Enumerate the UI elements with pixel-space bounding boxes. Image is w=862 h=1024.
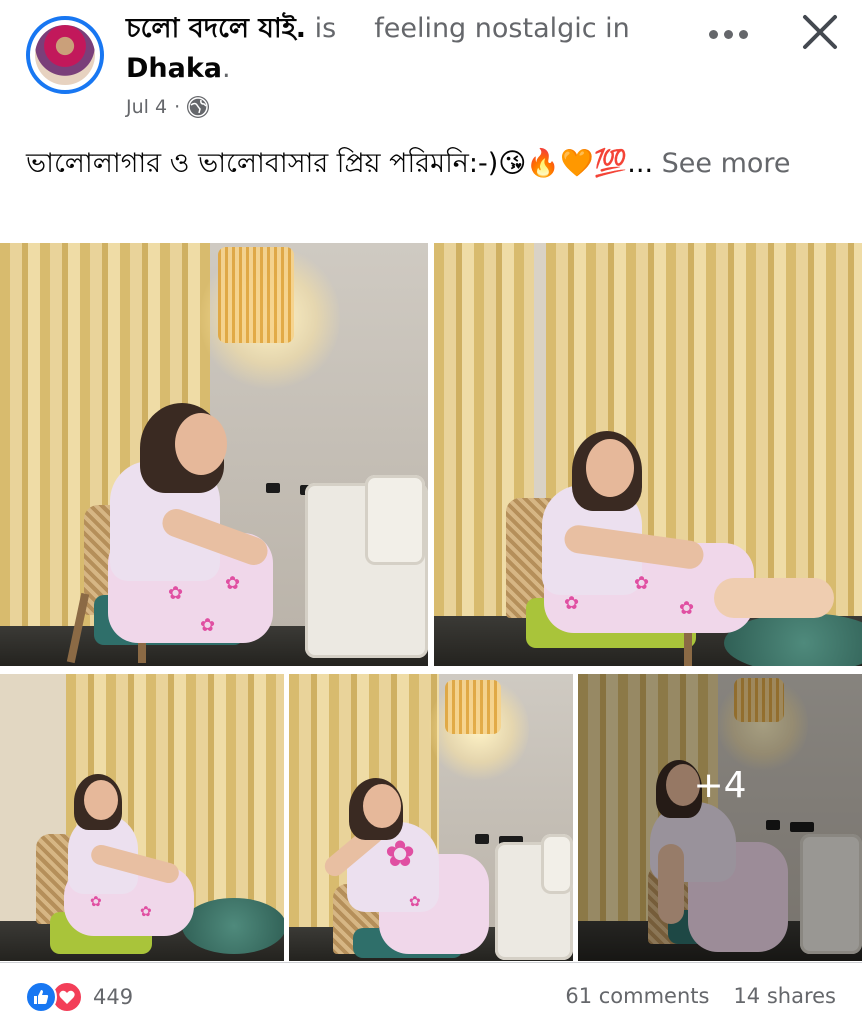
globe-icon[interactable] (187, 96, 210, 118)
reactions-summary[interactable]: 449 (25, 981, 133, 1013)
more-photos-count[interactable]: +4 (578, 674, 862, 929)
post-title-line: চলো বদলে যাই. is feeling nostalgic in (126, 12, 630, 46)
footer-divider (0, 962, 862, 963)
location-link[interactable]: Dhaka (126, 53, 222, 84)
post-photo-3[interactable]: ✿ ✿ (0, 674, 284, 961)
author-name[interactable]: চলো বদলে যাই. (126, 13, 306, 44)
is-text: is (314, 13, 337, 44)
post-photo-2[interactable]: ✿ ✿ ✿ (434, 243, 862, 666)
post-photo-4[interactable]: ✿ ✿ (289, 674, 573, 961)
post-location-line: Dhaka. (126, 52, 231, 86)
meta-separator: · (174, 96, 181, 118)
post-header: চলো বদলে যাই. is feeling nostalgic in Dha… (0, 0, 862, 130)
post-meta: Jul 4 · (126, 96, 210, 118)
author-avatar[interactable] (26, 16, 104, 94)
shares-count-link[interactable]: 14 shares (733, 984, 836, 1008)
photo-grid: ✿ ✿ ✿ ✿ ✿ ✿ ✿ ✿ ✿ ✿ +4 (0, 243, 862, 961)
post-caption: ভালোলাগার ও ভালোবাসার প্রিয় পরিমনি:-)😘🔥… (26, 142, 826, 186)
avatar-image (35, 25, 95, 85)
post-photo-5-more[interactable]: +4 (578, 674, 862, 961)
location-suffix: . (222, 53, 231, 84)
post-date[interactable]: Jul 4 (126, 96, 167, 118)
ellipsis-icon[interactable] (706, 20, 752, 50)
close-icon[interactable] (800, 12, 840, 52)
caption-text: ভালোলাগার ও ভালোবাসার প্রিয় পরিমনি:-)😘🔥… (26, 148, 654, 179)
like-icon (25, 981, 57, 1013)
see-more-link[interactable]: See more (662, 148, 791, 179)
comments-count-link[interactable]: 61 comments (565, 984, 709, 1008)
reaction-count: 449 (93, 985, 134, 1009)
engagement-counts: 61 comments 14 shares (565, 984, 836, 1008)
post-photo-1[interactable]: ✿ ✿ ✿ (0, 243, 428, 666)
activity-text: feeling nostalgic in (374, 13, 630, 44)
